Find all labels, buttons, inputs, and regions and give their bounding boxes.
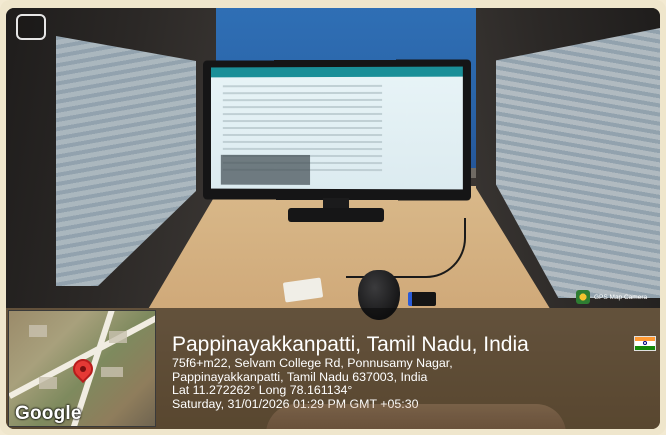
map-road <box>9 311 155 399</box>
flag-icon <box>634 336 656 351</box>
map-building <box>101 367 123 377</box>
screen-dark-region <box>220 154 311 185</box>
address-line-1: 75f6+m22, Selvam College Rd, Ponnusamy N… <box>172 356 453 370</box>
map-building <box>39 377 57 389</box>
corner-square-icon <box>16 14 46 40</box>
coordinates: Lat 11.272262° Long 78.161134° <box>172 383 353 398</box>
gps-map-camera-badge: GPS Map Camera <box>576 288 660 306</box>
address-line-2: Pappinayakkanpatti, Tamil Nadu 637003, I… <box>172 369 428 384</box>
map-building <box>29 325 47 337</box>
flag-chakra <box>643 341 647 346</box>
gps-badge-label: GPS Map Camera <box>594 293 648 301</box>
hand-silhouette <box>266 404 566 429</box>
flag-white-stripe <box>635 341 655 346</box>
gps-map-camera-icon <box>576 290 590 304</box>
flag-green-stripe <box>635 345 655 350</box>
mouse-cable <box>346 218 466 278</box>
map-building <box>109 331 127 343</box>
screen-title-bar <box>210 66 463 78</box>
monitor-icon <box>203 59 471 201</box>
usb-device <box>408 292 436 306</box>
location-title: Pappinayakkanpatti, Tamil Nadu, India <box>172 333 529 356</box>
photo: Google GPS Map Camera Pappinayakkanpatti… <box>6 8 660 429</box>
map-thumbnail: Google <box>8 310 156 427</box>
photo-frame: Google GPS Map Camera Pappinayakkanpatti… <box>0 0 666 435</box>
google-logo: Google <box>15 403 82 424</box>
monitor-screen <box>210 66 463 190</box>
